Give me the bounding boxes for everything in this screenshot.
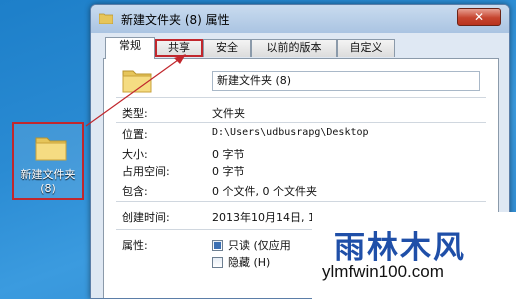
divider [116, 201, 486, 202]
folder-icon [35, 137, 67, 161]
watermark-brand: 雨林木风 [334, 230, 466, 266]
desktop-folder-label: 新建文件夹 (8) [14, 168, 82, 196]
type-value: 文件夹 [212, 107, 245, 120]
tab-previous-versions[interactable]: 以前的版本 [251, 39, 337, 57]
attributes-label: 属性: [122, 239, 148, 252]
type-label: 类型: [122, 107, 148, 120]
readonly-checkbox[interactable] [212, 240, 223, 251]
tab-sharing[interactable]: 共享 [155, 39, 203, 57]
size-value: 0 字节 [212, 148, 245, 161]
disk-size-label: 占用空间: [122, 165, 170, 178]
folder-name-input[interactable]: 新建文件夹 (8) [212, 71, 480, 91]
hidden-checkbox[interactable] [212, 257, 223, 268]
folder-icon [99, 13, 113, 24]
title-bar[interactable]: 新建文件夹 (8) 属性 ✕ [91, 5, 509, 33]
disk-size-value: 0 字节 [212, 165, 245, 178]
tab-customize[interactable]: 自定义 [337, 39, 395, 57]
folder-icon [122, 70, 152, 93]
divider [116, 122, 486, 123]
readonly-label: 只读 (仅应用 [228, 239, 291, 252]
hidden-label: 隐藏 (H) [228, 256, 271, 269]
divider [116, 97, 486, 98]
size-label: 大小: [122, 148, 148, 161]
window-title: 新建文件夹 (8) 属性 [121, 13, 230, 27]
desktop-folder-count: (8) [40, 182, 56, 195]
tab-security[interactable]: 安全 [203, 39, 251, 57]
desktop-folder-name: 新建文件夹 [20, 168, 76, 181]
location-value: D:\Users\udbusrapg\Desktop [212, 127, 369, 138]
location-label: 位置: [122, 128, 148, 141]
watermark-url: ylmfwin100.com [322, 262, 444, 281]
contains-value: 0 个文件, 0 个文件夹 [212, 185, 317, 198]
close-button[interactable]: ✕ [457, 8, 501, 26]
tab-general[interactable]: 常规 [105, 37, 155, 59]
created-label: 创建时间: [122, 211, 170, 224]
contains-label: 包含: [122, 185, 148, 198]
desktop-folder-icon[interactable]: 新建文件夹 (8) [12, 122, 84, 200]
